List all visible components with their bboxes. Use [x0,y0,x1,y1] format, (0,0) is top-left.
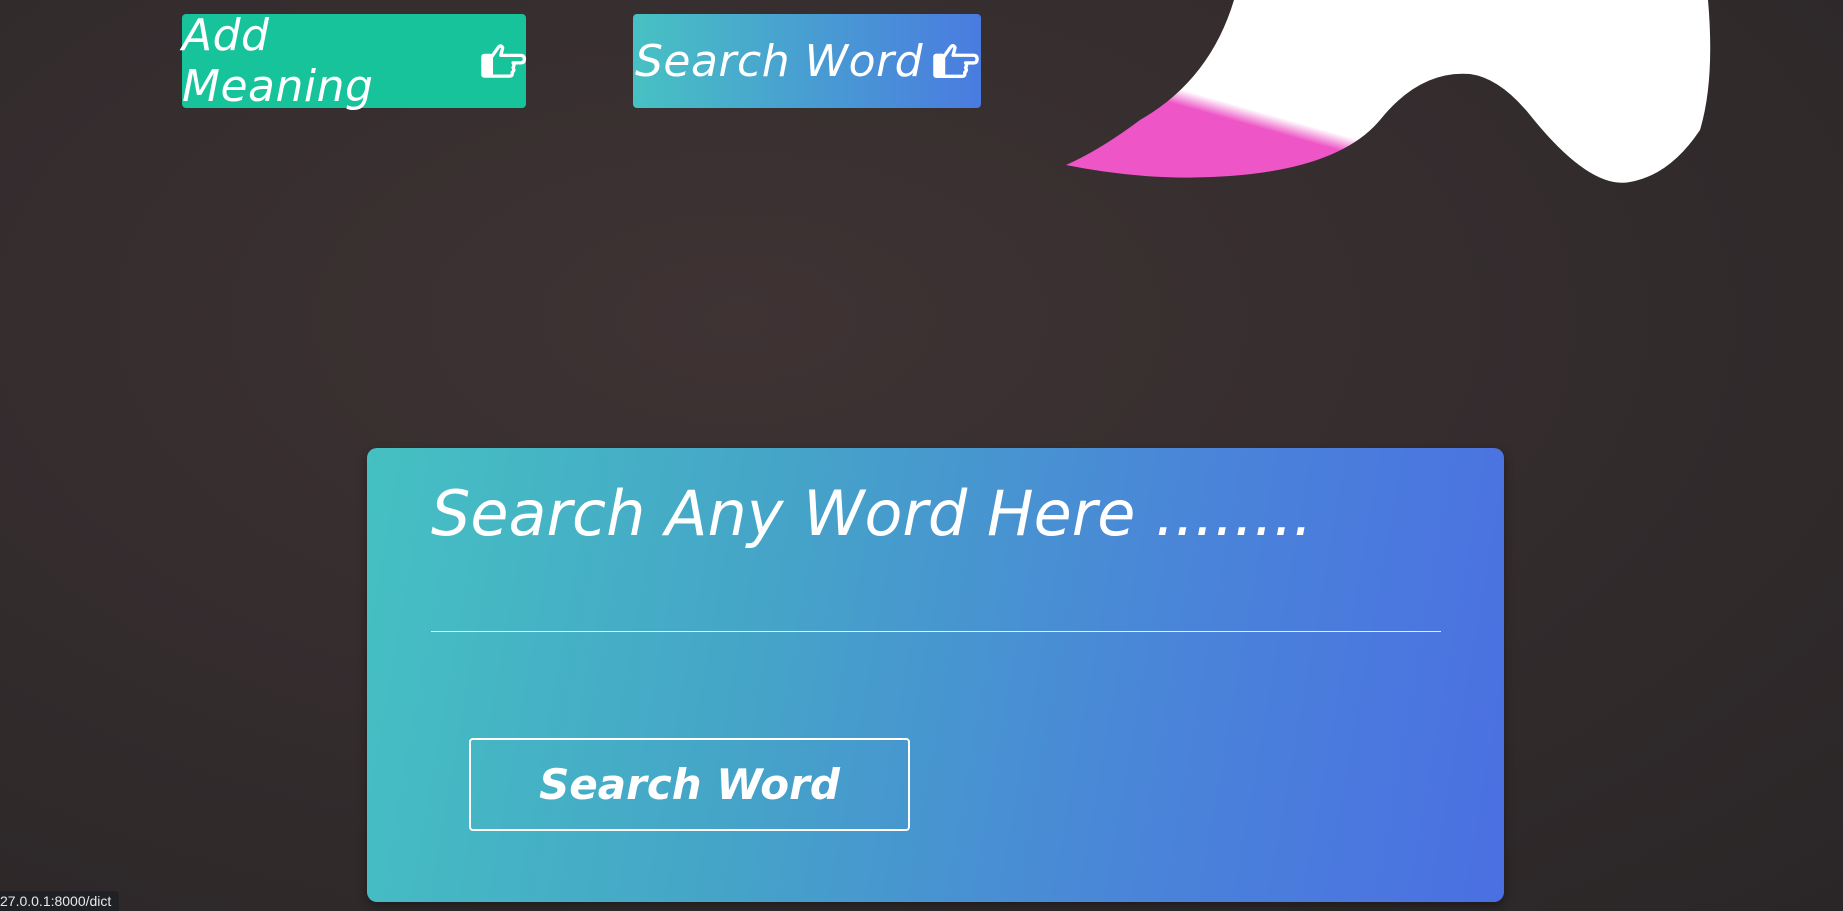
search-card: Search Word [367,448,1504,902]
search-input[interactable] [431,468,1441,632]
search-word-button[interactable]: Search Word [469,738,910,831]
search-word-nav-label: Search Word [634,35,924,87]
hand-pointing-right-icon [480,41,526,81]
search-word-nav-button[interactable]: Search Word [633,14,981,108]
add-meaning-button[interactable]: Add Meaning [182,10,526,112]
status-bar-url: 27.0.0.1:8000/dict [0,891,120,911]
add-meaning-label: Add Meaning [182,10,374,112]
decorative-wave-shape [1066,0,1711,183]
hand-pointing-right-icon [933,41,979,81]
